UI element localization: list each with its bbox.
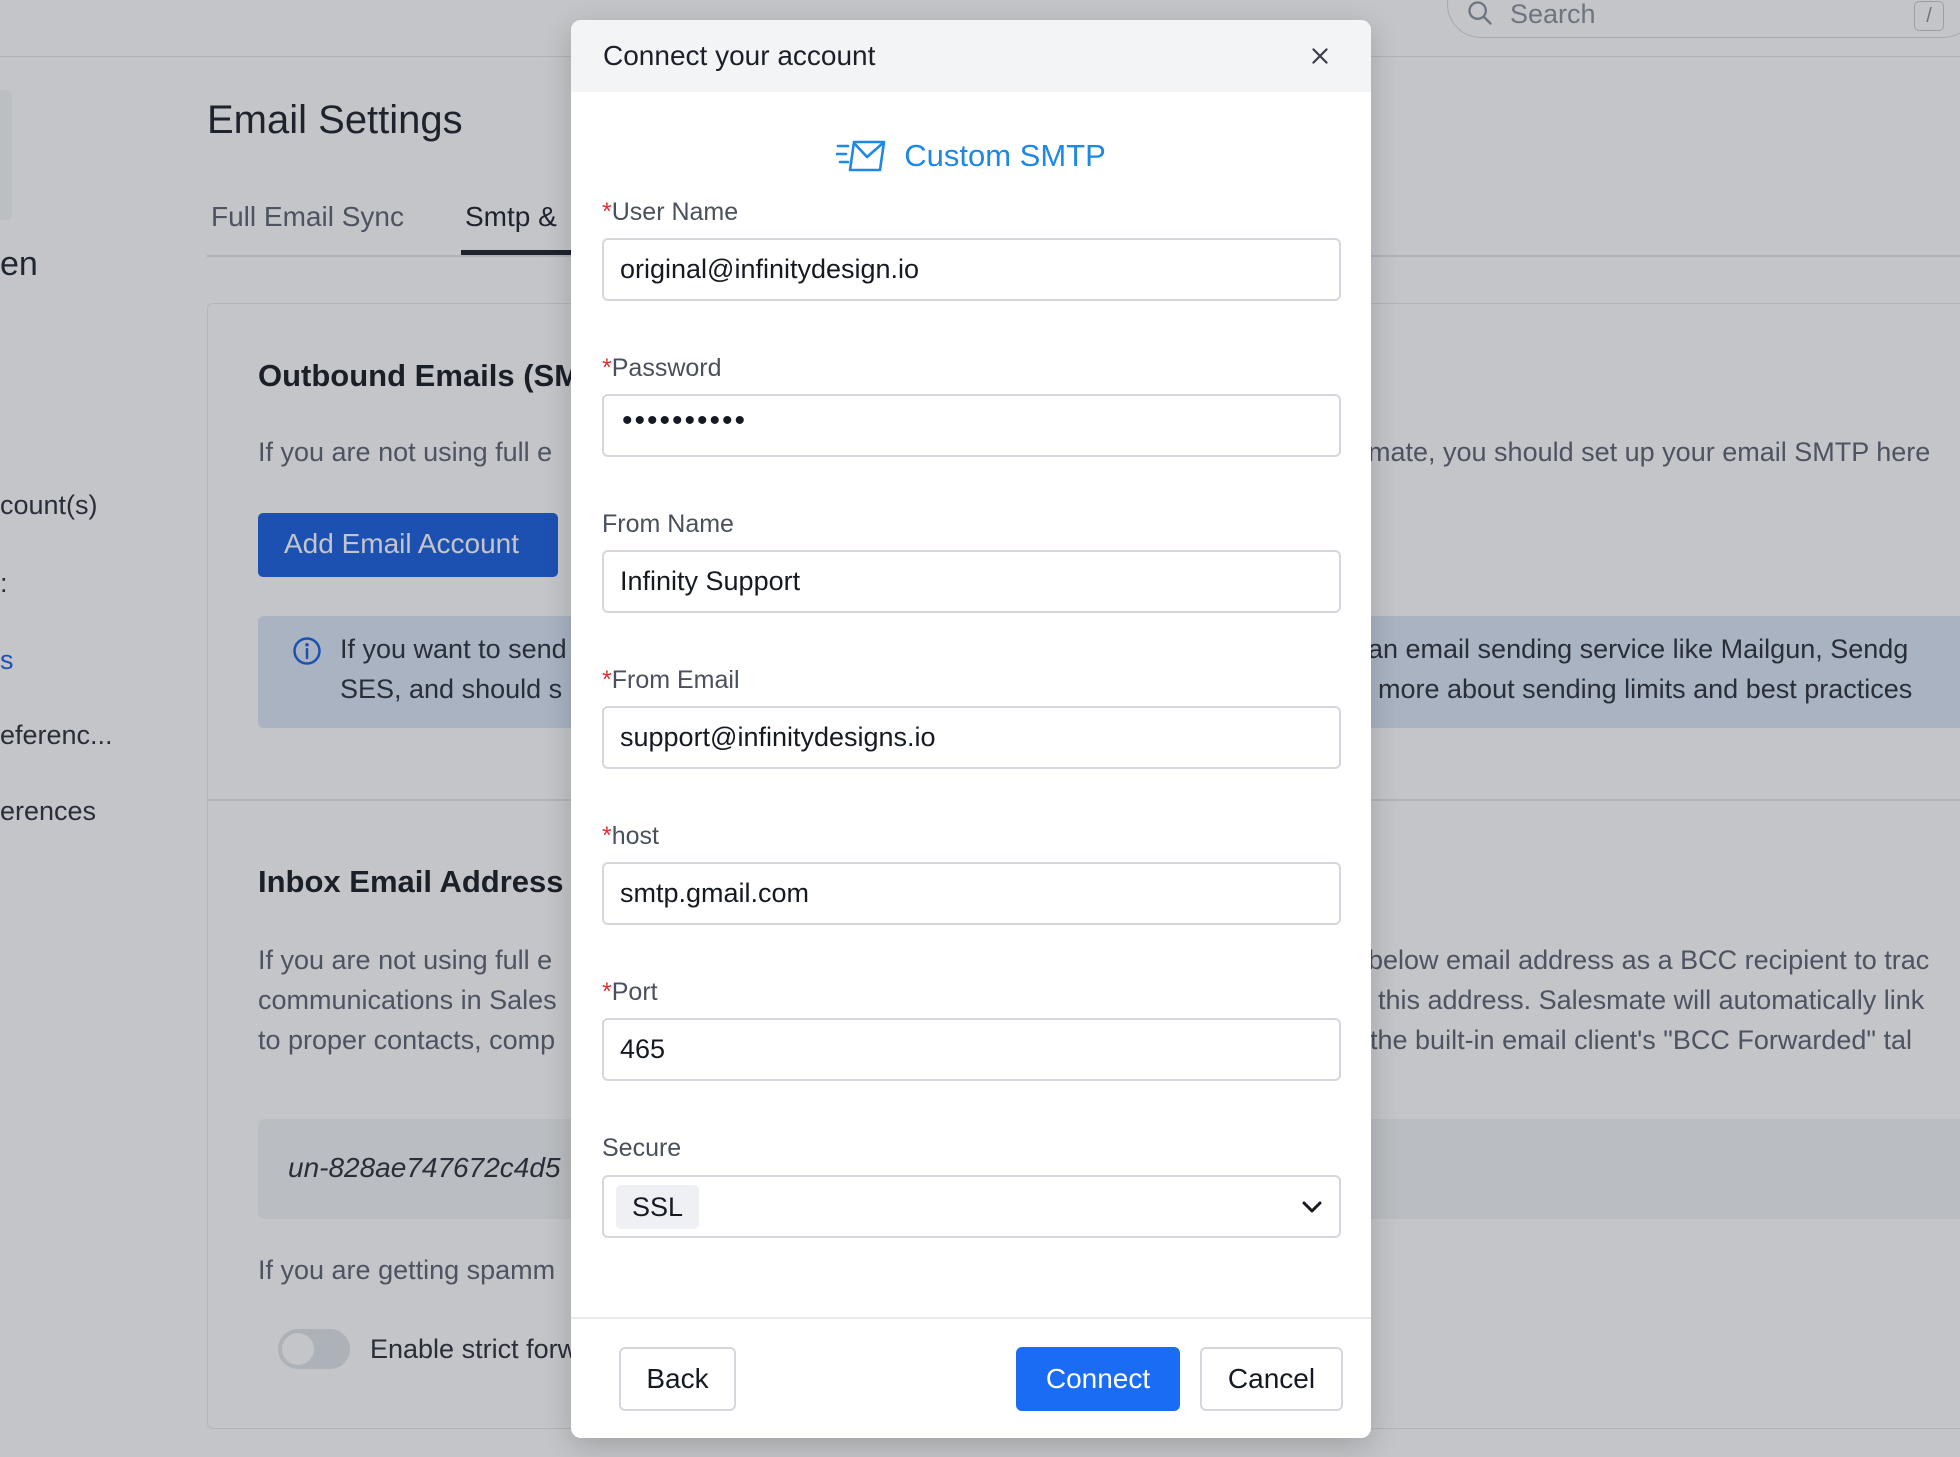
envelope-icon	[836, 140, 886, 172]
close-icon[interactable]	[1309, 45, 1331, 67]
port-label: *Port	[602, 978, 658, 1007]
port-label-text: Port	[611, 978, 658, 1006]
from-email-label-text: From Email	[611, 666, 740, 694]
footer-divider	[571, 1317, 1371, 1319]
cancel-button[interactable]: Cancel	[1200, 1347, 1343, 1411]
secure-select[interactable]: SSL	[602, 1175, 1341, 1238]
provider-heading: Custom SMTP	[571, 138, 1371, 182]
from-name-label: From Name	[602, 510, 734, 538]
required-mark: *	[602, 354, 612, 382]
chevron-down-icon	[1302, 1201, 1322, 1213]
host-input[interactable]	[602, 862, 1341, 925]
secure-selected-value: SSL	[616, 1185, 700, 1229]
username-input[interactable]	[602, 238, 1341, 301]
required-mark: *	[602, 978, 612, 1006]
connect-button[interactable]: Connect	[1016, 1347, 1180, 1411]
connect-account-modal: Connect your account Custom SMTP *User N…	[571, 20, 1371, 1438]
secure-label: Secure	[602, 1134, 682, 1162]
from-email-label: *From Email	[602, 666, 740, 695]
port-input[interactable]	[602, 1018, 1341, 1081]
username-label-text: User Name	[611, 198, 739, 226]
host-label: *host	[602, 822, 659, 851]
username-label: *User Name	[602, 198, 738, 227]
password-input[interactable]: ••••••••••	[602, 394, 1341, 457]
from-email-input[interactable]	[602, 706, 1341, 769]
back-button[interactable]: Back	[619, 1347, 736, 1411]
modal-title: Connect your account	[603, 40, 876, 71]
required-mark: *	[602, 666, 612, 694]
password-label: *Password	[602, 354, 722, 383]
required-mark: *	[602, 822, 612, 850]
provider-name: Custom SMTP	[904, 138, 1106, 173]
password-mask: ••••••••••	[622, 404, 748, 437]
password-label-text: Password	[611, 354, 722, 382]
required-mark: *	[602, 198, 612, 226]
modal-header: Connect your account	[571, 20, 1371, 92]
from-name-input[interactable]	[602, 550, 1341, 613]
host-label-text: host	[611, 822, 659, 850]
